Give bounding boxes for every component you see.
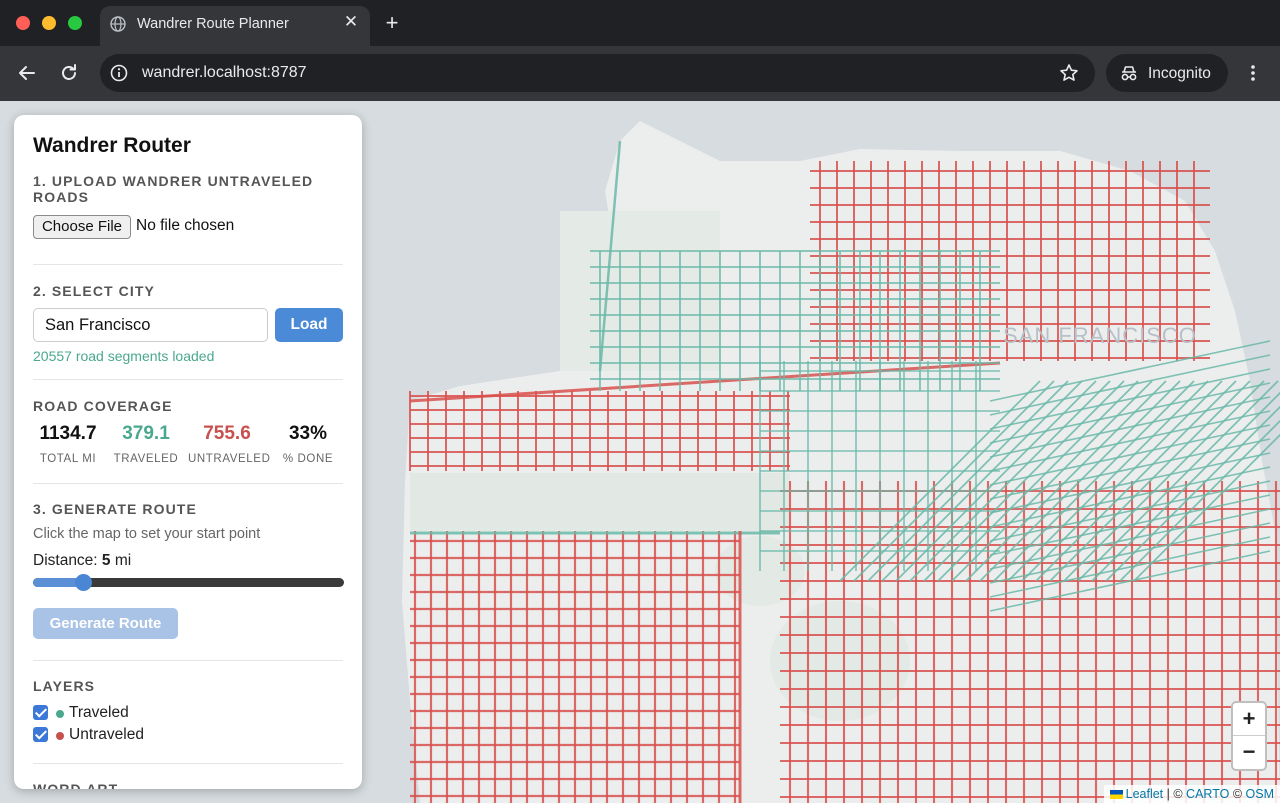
- distance-label: Distance: 5 mi: [33, 552, 131, 570]
- stat-traveled: 379.1 TRAVELED: [107, 423, 185, 465]
- browser-menu-icon[interactable]: [1243, 61, 1263, 85]
- load-button[interactable]: Load: [275, 308, 343, 342]
- stat-value: 1134.7: [39, 423, 97, 444]
- zoom-in-button[interactable]: +: [1233, 703, 1265, 736]
- distance-value: 5: [101, 552, 111, 569]
- upload-heading: 1. UPLOAD WANDRER UNTRAVELED ROADS: [33, 173, 314, 205]
- window-close-button[interactable]: [16, 16, 30, 30]
- distance-prefix: Distance:: [33, 552, 102, 569]
- leaflet-link[interactable]: Leaflet: [1126, 787, 1164, 801]
- choose-file-button[interactable]: Choose File: [33, 215, 131, 239]
- router-panel: Wandrer Router 1. UPLOAD WANDRER UNTRAVE…: [14, 115, 362, 789]
- ukraine-flag-icon: [1109, 790, 1123, 799]
- stat-untraveled: 755.6 UNTRAVELED: [188, 423, 271, 465]
- browser-tab[interactable]: Wandrer Route Planner ✕: [100, 6, 370, 46]
- generate-route-heading: 3. GENERATE ROUTE: [33, 501, 197, 517]
- incognito-label: Incognito: [1148, 65, 1211, 82]
- stat-value: 379.1: [122, 423, 170, 444]
- untraveled-color-dot: [56, 732, 64, 740]
- distance-unit: mi: [110, 552, 132, 569]
- url-text: wandrer.localhost:8787: [142, 64, 307, 81]
- back-arrow-icon[interactable]: [15, 61, 39, 85]
- address-bar[interactable]: wandrer.localhost:8787: [100, 54, 1095, 92]
- osm-link[interactable]: OSM: [1246, 787, 1274, 801]
- attribution-separator: | ©: [1163, 787, 1187, 801]
- stat-label: TRAVELED: [113, 453, 179, 465]
- new-tab-button[interactable]: +: [380, 10, 404, 36]
- window-minimize-button[interactable]: [42, 16, 56, 30]
- layers-heading: LAYERS: [33, 678, 96, 694]
- bookmark-star-icon[interactable]: [1059, 63, 1079, 83]
- city-input[interactable]: [33, 308, 268, 342]
- reload-icon[interactable]: [57, 61, 81, 85]
- word-art-heading: WORD ART: [33, 781, 119, 789]
- attribution-separator: ©: [1229, 787, 1246, 801]
- zoom-control: + −: [1231, 701, 1267, 771]
- stat-label: % DONE: [282, 453, 334, 465]
- road-coverage-heading: ROAD COVERAGE: [33, 398, 173, 414]
- start-point-hint: Click the map to set your start point: [33, 526, 261, 542]
- stat-label: TOTAL MI: [39, 453, 97, 465]
- section-divider: [33, 264, 343, 265]
- zoom-out-button[interactable]: −: [1233, 736, 1265, 769]
- map-attribution: Leaflet | © CARTO © OSM: [1103, 785, 1280, 803]
- generate-route-button[interactable]: Generate Route: [33, 608, 178, 639]
- stat-total: 1134.7 TOTAL MI: [29, 423, 107, 465]
- section-divider: [33, 660, 343, 661]
- window-maximize-button[interactable]: [68, 16, 82, 30]
- stat-percent-done: 33% % DONE: [269, 423, 347, 465]
- distance-slider[interactable]: [33, 574, 344, 591]
- incognito-profile-button[interactable]: Incognito: [1106, 54, 1228, 92]
- segments-loaded-status: 20557 road segments loaded: [33, 348, 215, 364]
- site-info-icon[interactable]: [110, 64, 128, 82]
- file-status: No file chosen: [136, 217, 235, 234]
- layer-label: Untraveled: [69, 726, 144, 743]
- section-divider: [33, 483, 343, 484]
- traveled-color-dot: [56, 710, 64, 718]
- select-city-heading: 2. SELECT CITY: [33, 283, 155, 299]
- stat-label: UNTRAVELED: [188, 453, 271, 465]
- section-divider: [33, 763, 343, 764]
- incognito-icon: [1121, 66, 1137, 81]
- layer-label: Traveled: [69, 704, 129, 721]
- traveled-checkbox[interactable]: [33, 705, 48, 720]
- city-map-label: SAN FRANCISCO: [1003, 323, 1197, 348]
- browser-tab-bar: Wandrer Route Planner ✕ +: [0, 0, 1280, 46]
- slider-thumb[interactable]: [74, 574, 92, 591]
- tab-close-icon[interactable]: ✕: [340, 11, 362, 33]
- tab-title: Wandrer Route Planner: [137, 16, 289, 32]
- section-divider: [33, 379, 343, 380]
- panel-title: Wandrer Router: [33, 134, 191, 157]
- stat-value: 33%: [288, 423, 328, 444]
- untraveled-checkbox[interactable]: [33, 727, 48, 742]
- stat-value: 755.6: [203, 423, 251, 444]
- globe-icon: [110, 16, 126, 32]
- carto-link[interactable]: CARTO: [1186, 787, 1229, 801]
- browser-toolbar: wandrer.localhost:8787 Incognito: [0, 46, 1280, 101]
- park-area: [410, 473, 790, 531]
